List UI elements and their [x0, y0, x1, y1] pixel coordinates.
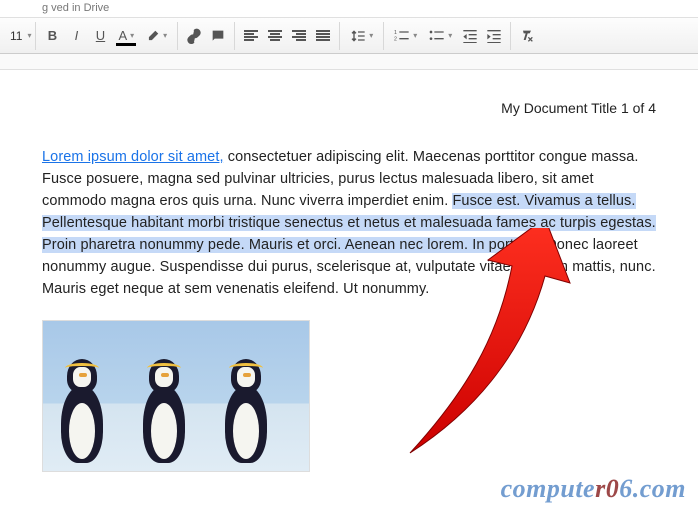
align-justify-button[interactable] [311, 23, 335, 49]
title-bar: g ved in Drive [0, 0, 698, 18]
font-size-group: 11 ▾ [2, 22, 36, 50]
align-left-icon [244, 30, 258, 42]
line-spacing-button[interactable]: ▾ [344, 23, 379, 49]
bulleted-list-button[interactable]: ▾ [423, 23, 458, 49]
chevron-down-icon: ▾ [130, 31, 134, 40]
clear-formatting-button[interactable] [515, 23, 539, 49]
align-right-button[interactable] [287, 23, 311, 49]
underline-button[interactable]: U [88, 23, 112, 49]
clear-format-icon [519, 28, 535, 44]
indent-increase-icon [486, 29, 502, 43]
horizontal-ruler[interactable] [0, 54, 698, 70]
insert-link-button[interactable] [182, 23, 206, 49]
increase-indent-button[interactable] [482, 23, 506, 49]
chevron-down-icon: ▾ [448, 31, 452, 40]
watermark: computer06.com [501, 474, 686, 504]
hyperlink[interactable]: Lorem ipsum dolor sit amet, [42, 149, 224, 165]
highlighter-icon [146, 29, 160, 43]
chevron-down-icon: ▾ [163, 31, 167, 40]
highlight-color-button[interactable]: ▾ [140, 23, 173, 49]
line-spacing-icon [350, 29, 366, 43]
chevron-down-icon[interactable]: ▾ [27, 31, 31, 40]
chevron-down-icon: ▾ [369, 31, 373, 40]
svg-text:2: 2 [394, 36, 397, 42]
page-header[interactable]: My Document Title 1 of 4 [42, 100, 656, 116]
font-size-input[interactable]: 11 [6, 29, 26, 43]
align-center-button[interactable] [263, 23, 287, 49]
indent-decrease-icon [462, 29, 478, 43]
text-color-button[interactable]: A ▾ [112, 23, 140, 49]
decrease-indent-button[interactable] [458, 23, 482, 49]
list-numbered-icon: 12 [394, 29, 410, 43]
document-body[interactable]: Lorem ipsum dolor sit amet, consectetuer… [42, 146, 656, 300]
formatting-toolbar: 11 ▾ B I U A ▾ ▾ [0, 18, 698, 54]
link-icon [186, 28, 202, 44]
document-image[interactable] [42, 320, 310, 472]
svg-text:1: 1 [394, 30, 397, 36]
save-status: g ved in Drive [42, 2, 109, 14]
text-color-swatch [116, 43, 136, 46]
bold-button[interactable]: B [40, 23, 64, 49]
numbered-list-button[interactable]: 12 ▾ [388, 23, 423, 49]
italic-button[interactable]: I [64, 23, 88, 49]
align-justify-icon [316, 30, 330, 42]
align-left-button[interactable] [239, 23, 263, 49]
align-center-icon [268, 30, 282, 42]
insert-comment-button[interactable] [206, 23, 230, 49]
comment-icon [210, 28, 226, 44]
list-bulleted-icon [429, 29, 445, 43]
document-page: My Document Title 1 of 4 Lorem ipsum dol… [0, 70, 698, 472]
align-right-icon [292, 30, 306, 42]
paragraph-1[interactable]: Lorem ipsum dolor sit amet, consectetuer… [42, 146, 656, 300]
chevron-down-icon: ▾ [413, 31, 417, 40]
